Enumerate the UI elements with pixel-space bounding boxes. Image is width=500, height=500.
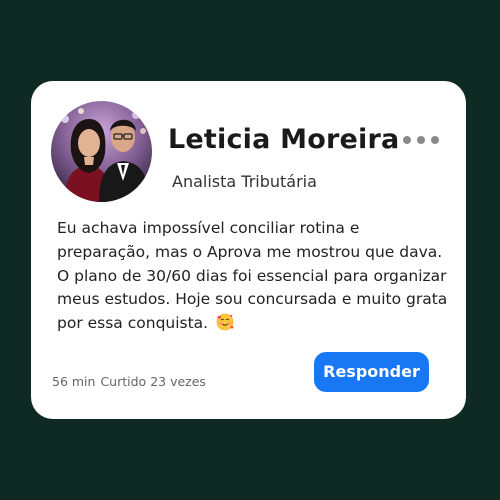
profile-name[interactable]: Leticia Moreira	[168, 124, 399, 155]
post-time: 56 min	[52, 374, 96, 389]
profile-role: Analista Tributária	[172, 172, 317, 191]
avatar-photo	[51, 101, 152, 202]
likes-suffix: vezes	[170, 374, 206, 389]
more-dots-icon	[417, 136, 425, 144]
more-options-button[interactable]	[403, 133, 439, 147]
likes-prefix: Curtido	[100, 374, 147, 389]
reply-button[interactable]: Responder	[314, 352, 429, 392]
likes-count: 23	[150, 374, 167, 389]
post-meta: 56 min Curtido 23 vezes	[52, 374, 206, 389]
post-text: Eu achava impossível conciliar rotina e …	[57, 219, 448, 333]
smiling-face-with-hearts-icon	[216, 313, 234, 331]
more-dots-icon	[403, 136, 411, 144]
avatar[interactable]	[51, 101, 152, 202]
testimonial-card: Leticia Moreira Analista Tributária Eu a…	[31, 81, 466, 419]
post-text-container: Eu achava impossível conciliar rotina e …	[57, 217, 457, 336]
more-dots-icon	[431, 136, 439, 144]
